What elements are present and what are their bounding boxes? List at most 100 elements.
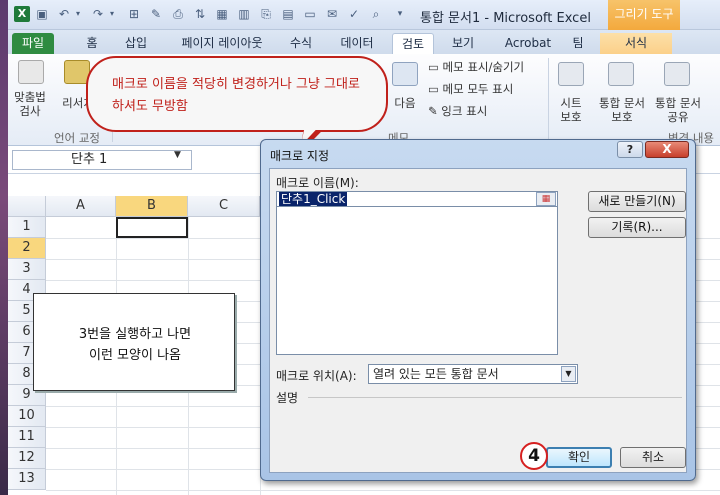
sort-icon[interactable]: ⇅ xyxy=(192,6,208,22)
select-all-corner[interactable] xyxy=(8,196,46,217)
quick-print-icon[interactable]: ⎙ xyxy=(170,6,186,22)
comments-icon: ▭ xyxy=(428,82,443,96)
row-header-2[interactable]: 2 xyxy=(8,238,46,259)
drawing-tools-context-header: 그리기 도구 xyxy=(608,0,680,30)
tab-page-layout[interactable]: 페이지 레이아웃 xyxy=(172,33,272,54)
protect-sheet-label-line1: 시트 xyxy=(560,96,582,110)
share-workbook-label-line1: 통합 문서 xyxy=(655,96,701,110)
protect-workbook-label-line1: 통합 문서 xyxy=(599,96,645,110)
tab-formulas[interactable]: 수식 xyxy=(286,33,316,54)
record-macro-button[interactable]: 기록(R)... xyxy=(588,217,686,238)
show-all-comments-label: 메모 모두 표시 xyxy=(442,82,514,96)
tab-review[interactable]: 검토 xyxy=(392,33,434,54)
ribbon-separator xyxy=(548,58,549,142)
tab-data[interactable]: 데이터 xyxy=(336,33,378,54)
next-comment-button[interactable]: 다음 xyxy=(388,96,422,110)
share-workbook-icon xyxy=(664,62,690,86)
redo-dropdown-icon[interactable]: ▾ xyxy=(104,6,120,22)
next-comment-icon xyxy=(392,62,418,86)
share-workbook-label-line2: 공유 xyxy=(667,110,689,124)
row-header-12[interactable]: 12 xyxy=(8,448,46,469)
zoom-icon[interactable]: ⌕ xyxy=(368,6,384,22)
title-bar: X ▣ ↶ ▾ ↷ ▾ ⊞ ✎ ⎙ ⇅ ▦ ▥ ⎘ ▤ ▭ ✉ ✓ ⌕ ▾ 통합… xyxy=(8,0,720,30)
dialog-body: 매크로 이름(M): 단추1_Click ▦ 새로 만들기(N) 기록(R)..… xyxy=(269,168,687,473)
macro-name-input[interactable]: 단추1_Click ▦ xyxy=(276,191,558,207)
protect-sheet-label-line2: 보호 xyxy=(560,110,582,124)
format-painter-icon[interactable]: ✎ xyxy=(148,6,164,22)
active-cell-b2[interactable] xyxy=(116,217,188,238)
customize-toolbar-icon[interactable]: ▾ xyxy=(392,6,408,22)
row-header-13[interactable]: 13 xyxy=(8,469,46,490)
tab-acrobat[interactable]: Acrobat xyxy=(502,33,554,54)
description-label: 설명 xyxy=(276,391,299,405)
name-box-dropdown-icon[interactable]: ▼ xyxy=(174,150,181,160)
show-ink-button[interactable]: ✎ 잉크 표시 xyxy=(428,104,487,118)
note-text: 3번을 실행하고 나면 이런 모양이 나옴 xyxy=(34,324,236,366)
spellcheck-label-line1: 맞춤법 xyxy=(14,90,46,104)
protect-workbook-label-line2: 보호 xyxy=(611,110,633,124)
open-icon[interactable]: ▭ xyxy=(302,6,318,22)
save-icon[interactable]: ▣ xyxy=(34,6,50,22)
ink-icon: ✎ xyxy=(428,104,442,118)
spellcheck-label-line2: 검사 xyxy=(19,104,41,118)
name-box[interactable]: 단추 1 xyxy=(12,150,192,170)
macro-name-value[interactable]: 단추1_Click xyxy=(279,192,348,206)
description-divider xyxy=(308,397,682,398)
tab-team[interactable]: 팀 xyxy=(568,33,588,54)
macro-location-value: 열려 있는 모든 통합 문서 xyxy=(373,367,499,381)
tab-view[interactable]: 보기 xyxy=(448,33,478,54)
range-select-icon[interactable]: ▦ xyxy=(536,192,556,206)
close-button[interactable]: X xyxy=(645,141,689,158)
callout-text: 매크로 이름을 적당히 변경하거나 그냥 그대로 하셔도 무방함 xyxy=(112,77,360,114)
protect-sheet-icon xyxy=(558,62,584,86)
tab-format[interactable]: 서식 xyxy=(600,33,672,54)
chart-icon[interactable]: ▥ xyxy=(236,6,252,22)
chevron-down-icon[interactable]: ▼ xyxy=(561,366,576,382)
macro-location-label: 매크로 위치(A): xyxy=(276,369,357,383)
column-header-b[interactable]: B xyxy=(116,196,188,217)
row-header-1[interactable]: 1 xyxy=(8,217,46,238)
macro-location-select[interactable]: 열려 있는 모든 통합 문서 ▼ xyxy=(368,364,578,384)
help-button[interactable]: ? xyxy=(617,141,643,158)
row-header-10[interactable]: 10 xyxy=(8,406,46,427)
print-preview-icon[interactable]: ⎘ xyxy=(258,6,274,22)
undo-dropdown-icon[interactable]: ▾ xyxy=(70,6,86,22)
spelling-icon[interactable]: ✓ xyxy=(346,6,362,22)
grid-line xyxy=(46,490,720,491)
macro-name-label: 매크로 이름(M): xyxy=(276,176,359,190)
window-title: 통합 문서1 - Microsoft Excel xyxy=(420,11,591,26)
column-header-c[interactable]: C xyxy=(188,196,260,217)
ok-button[interactable]: 확인 xyxy=(546,447,612,468)
new-macro-button[interactable]: 새로 만들기(N) xyxy=(588,191,686,212)
step-number-badge: 4 xyxy=(520,442,548,470)
proofing-group-label: 언어 교정 xyxy=(54,131,100,145)
protect-workbook-icon xyxy=(608,62,634,86)
spellcheck-icon xyxy=(18,60,44,84)
assign-macro-dialog: 매크로 지정 ? X 매크로 이름(M): 단추1_Click ▦ 새로 만들기… xyxy=(260,139,696,481)
callout-bubble: 매크로 이름을 적당히 변경하거나 그냥 그대로 하셔도 무방함 xyxy=(86,56,388,132)
excel-app-icon[interactable]: X xyxy=(14,6,30,22)
row-header-11[interactable]: 11 xyxy=(8,427,46,448)
row-header-3[interactable]: 3 xyxy=(8,259,46,280)
desktop-edge xyxy=(0,0,8,495)
mail-icon[interactable]: ✉ xyxy=(324,6,340,22)
shapes-icon[interactable]: ⊞ xyxy=(126,6,142,22)
table-icon[interactable]: ▦ xyxy=(214,6,230,22)
column-header-a[interactable]: A xyxy=(46,196,116,217)
tab-file[interactable]: 파일 xyxy=(12,33,54,54)
show-hide-comment-button[interactable]: ▭ 메모 표시/숨기기 xyxy=(428,60,524,74)
macro-list[interactable] xyxy=(276,207,558,355)
calculator-icon[interactable]: ▤ xyxy=(280,6,296,22)
note-textbox: 3번을 실행하고 나면 이런 모양이 나옴 xyxy=(33,293,235,391)
show-hide-comment-label: 메모 표시/숨기기 xyxy=(442,60,525,74)
tab-home[interactable]: 홈 xyxy=(80,33,104,54)
protect-workbook-button[interactable]: 통합 문서 보호 xyxy=(594,96,650,124)
spellcheck-button[interactable]: 맞춤법 검사 xyxy=(10,90,50,118)
tab-insert[interactable]: 삽입 xyxy=(118,33,154,54)
show-all-comments-button[interactable]: ▭ 메모 모두 표시 xyxy=(428,82,513,96)
note-line-1: 3번을 실행하고 나면 xyxy=(78,327,192,342)
cancel-button[interactable]: 취소 xyxy=(620,447,686,468)
protect-sheet-button[interactable]: 시트 보호 xyxy=(552,96,590,124)
note-line-2: 이런 모양이 나옴 xyxy=(89,348,181,363)
share-workbook-button[interactable]: 통합 문서 공유 xyxy=(650,96,706,124)
